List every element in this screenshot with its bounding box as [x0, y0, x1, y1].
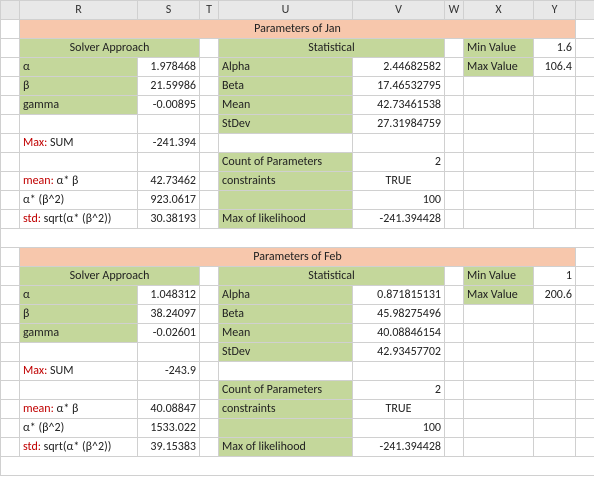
jan-ab2-label[interactable]: α* (β^2): [20, 191, 138, 210]
feb-std-value[interactable]: 39.15383: [138, 438, 200, 457]
col-header-t[interactable]: T: [200, 1, 219, 20]
jan-min-label[interactable]: Min Value: [464, 39, 534, 58]
feb-ab2-value[interactable]: 1533.022: [138, 419, 200, 438]
jan-stat-mean-value[interactable]: 42.73461538: [353, 96, 445, 115]
feb-blank-label[interactable]: [219, 419, 353, 438]
feb-stat-header[interactable]: Statistical: [219, 267, 445, 286]
feb-constraints-value[interactable]: TRUE: [353, 400, 445, 419]
col-header-blank[interactable]: [1, 1, 20, 20]
col-header-x[interactable]: X: [464, 1, 534, 20]
jan-blank-label[interactable]: [219, 191, 353, 210]
jan-beta-label[interactable]: β: [20, 77, 138, 96]
jan-maxsum-value[interactable]: -241.394: [138, 134, 200, 153]
col-header-blank2[interactable]: [576, 1, 594, 20]
col-header-w[interactable]: W: [445, 1, 464, 20]
spreadsheet-grid[interactable]: R S T U V W X Y Parameters of Jan Solver…: [0, 0, 594, 476]
feb-ab2-label[interactable]: α* (β^2): [20, 419, 138, 438]
jan-stat-beta-label[interactable]: Beta: [219, 77, 353, 96]
jan-std-value[interactable]: 30.38193: [138, 210, 200, 229]
jan-stat-header[interactable]: Statistical: [219, 39, 445, 58]
jan-ab2-value[interactable]: 923.0617: [138, 191, 200, 210]
feb-gamma-label[interactable]: gamma: [20, 324, 138, 343]
jan-max-value[interactable]: 106.4: [534, 58, 576, 77]
jan-stat-beta-value[interactable]: 17.46532795: [353, 77, 445, 96]
jan-maxlik-value[interactable]: -241.394428: [353, 210, 445, 229]
jan-max-label[interactable]: Max Value: [464, 58, 534, 77]
feb-max-value[interactable]: 200.6: [534, 286, 576, 305]
feb-count-value[interactable]: 2: [353, 381, 445, 400]
jan-blank-value[interactable]: 100: [353, 191, 445, 210]
jan-maxsum-label[interactable]: Max: SUM: [20, 134, 138, 153]
feb-min-label[interactable]: Min Value: [464, 267, 534, 286]
jan-stat-std-label[interactable]: StDev: [219, 115, 353, 134]
feb-title[interactable]: Parameters of Feb: [20, 248, 576, 267]
jan-title[interactable]: Parameters of Jan: [20, 20, 576, 39]
feb-stat-std-label[interactable]: StDev: [219, 343, 353, 362]
feb-maxlik-value[interactable]: -241.394428: [353, 438, 445, 457]
feb-beta-value[interactable]: 38.24097: [138, 305, 200, 324]
feb-stat-alpha-label[interactable]: Alpha: [219, 286, 353, 305]
feb-stat-alpha-value[interactable]: 0.871815131: [353, 286, 445, 305]
feb-maxlik-label[interactable]: Max of likelihood: [219, 438, 353, 457]
jan-alpha-label[interactable]: α: [20, 58, 138, 77]
jan-alpha-value[interactable]: 1.978468: [138, 58, 200, 77]
jan-stat-alpha-value[interactable]: 2.44682582: [353, 58, 445, 77]
feb-stat-mean-label[interactable]: Mean: [219, 324, 353, 343]
jan-solver-header[interactable]: Solver Approach: [20, 39, 200, 58]
column-header-row: R S T U V W X Y: [1, 1, 594, 20]
jan-count-label[interactable]: Count of Parameters: [219, 153, 353, 172]
jan-beta-value[interactable]: 21.59986: [138, 77, 200, 96]
feb-blank-value[interactable]: 100: [353, 419, 445, 438]
col-header-s[interactable]: S: [138, 1, 200, 20]
jan-stat-alpha-label[interactable]: Alpha: [219, 58, 353, 77]
feb-stat-beta-label[interactable]: Beta: [219, 305, 353, 324]
jan-std-label[interactable]: std: sqrt(α* (β^2)): [20, 210, 138, 229]
jan-stat-mean-label[interactable]: Mean: [219, 96, 353, 115]
col-header-u[interactable]: U: [219, 1, 353, 20]
feb-alpha-value[interactable]: 1.048312: [138, 286, 200, 305]
jan-gamma-value[interactable]: -0.00895: [138, 96, 200, 115]
jan-count-value[interactable]: 2: [353, 153, 445, 172]
jan-constraints-label[interactable]: constraints: [219, 172, 353, 191]
feb-stat-mean-value[interactable]: 40.08846154: [353, 324, 445, 343]
feb-beta-label[interactable]: β: [20, 305, 138, 324]
jan-min-value[interactable]: 1.6: [534, 39, 576, 58]
jan-constraints-value[interactable]: TRUE: [353, 172, 445, 191]
feb-constraints-label[interactable]: constraints: [219, 400, 353, 419]
feb-max-label[interactable]: Max Value: [464, 286, 534, 305]
jan-maxlik-label[interactable]: Max of likelihood: [219, 210, 353, 229]
jan-gamma-label[interactable]: gamma: [20, 96, 138, 115]
feb-std-label[interactable]: std: sqrt(α* (β^2)): [20, 438, 138, 457]
col-header-r[interactable]: R: [20, 1, 138, 20]
col-header-v[interactable]: V: [353, 1, 445, 20]
feb-alpha-label[interactable]: α: [20, 286, 138, 305]
feb-gamma-value[interactable]: -0.02601: [138, 324, 200, 343]
col-header-y[interactable]: Y: [534, 1, 576, 20]
feb-maxsum-label[interactable]: Max: SUM: [20, 362, 138, 381]
feb-solver-header[interactable]: Solver Approach: [20, 267, 200, 286]
feb-stat-std-value[interactable]: 42.93457702: [353, 343, 445, 362]
feb-min-value[interactable]: 1: [534, 267, 576, 286]
feb-stat-beta-value[interactable]: 45.98275496: [353, 305, 445, 324]
jan-mean-label[interactable]: mean: α* β: [20, 172, 138, 191]
jan-stat-std-value[interactable]: 27.31984759: [353, 115, 445, 134]
feb-mean-label[interactable]: mean: α* β: [20, 400, 138, 419]
jan-mean-value[interactable]: 42.73462: [138, 172, 200, 191]
feb-count-label[interactable]: Count of Parameters: [219, 381, 353, 400]
feb-mean-value[interactable]: 40.08847: [138, 400, 200, 419]
feb-maxsum-value[interactable]: -243.9: [138, 362, 200, 381]
